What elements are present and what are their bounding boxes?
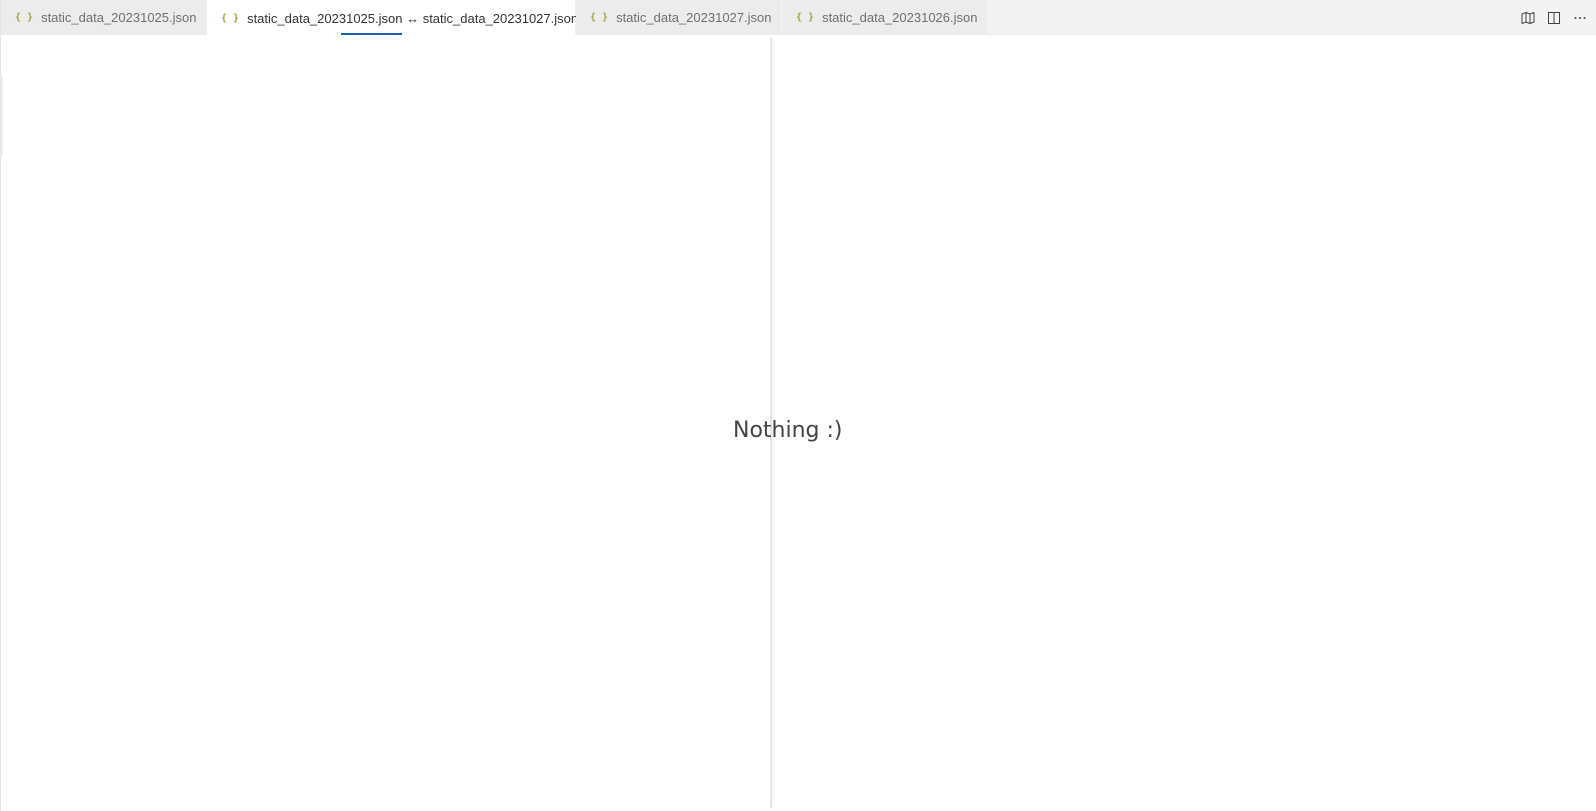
json-file-icon: { } xyxy=(221,12,240,24)
tab-label: static_data_20231025.json ↔ static_data_… xyxy=(247,10,579,26)
more-actions-icon[interactable] xyxy=(1572,10,1588,26)
tab-label: static_data_20231027.json xyxy=(616,10,772,25)
diff-modified-pane[interactable] xyxy=(772,36,1596,811)
open-map-icon[interactable] xyxy=(1520,10,1536,26)
empty-diff-message: Nothing :) xyxy=(733,418,843,443)
tab-label: static_data_20231026.json xyxy=(822,10,978,25)
editor-actions xyxy=(1520,0,1588,35)
editor-window: { } static_data_20231025.json { } static… xyxy=(0,0,1596,811)
tab-diff-20231025-20231027[interactable]: { } static_data_20231025.json ↔ static_d… xyxy=(207,0,599,36)
tab-static-data-20231027[interactable]: { } static_data_20231027.json xyxy=(576,0,782,35)
json-file-icon: { } xyxy=(796,12,815,23)
split-editor-icon[interactable] xyxy=(1546,10,1562,26)
tab-static-data-20231025[interactable]: { } static_data_20231025.json xyxy=(1,0,207,35)
active-tab-underline xyxy=(341,33,402,35)
diff-editor: Nothing :) xyxy=(1,36,1596,811)
json-file-icon: { } xyxy=(590,12,609,23)
diff-original-pane[interactable] xyxy=(1,36,770,811)
tab-label: static_data_20231025.json xyxy=(41,10,197,25)
tab-static-data-20231026[interactable]: { } static_data_20231026.json xyxy=(782,0,988,35)
json-file-icon: { } xyxy=(15,12,34,23)
tab-bar: { } static_data_20231025.json { } static… xyxy=(1,0,1596,36)
gutter-marker xyxy=(1,76,3,156)
